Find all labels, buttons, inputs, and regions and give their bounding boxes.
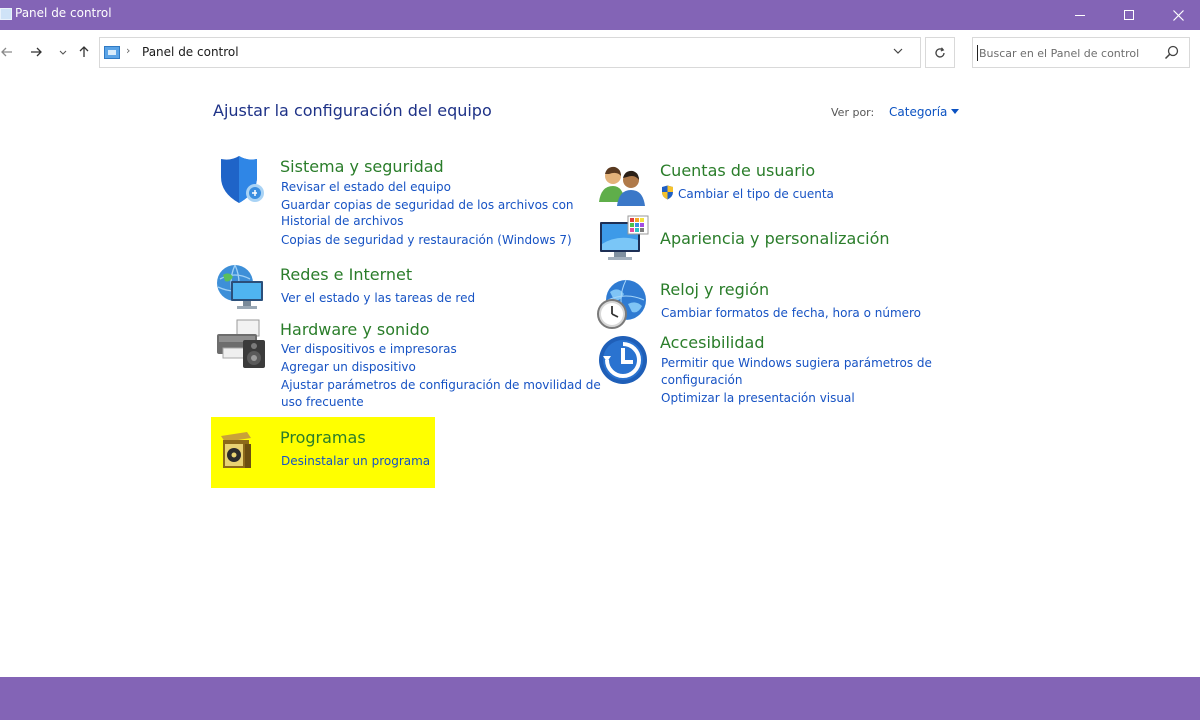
close-icon bbox=[1172, 9, 1184, 21]
category-clock-region[interactable]: Reloj y región bbox=[660, 280, 769, 299]
link-windows-suggest-settings-cont[interactable]: configuración bbox=[661, 372, 743, 389]
category-network-internet[interactable]: Redes e Internet bbox=[280, 265, 412, 284]
arrow-right-icon bbox=[31, 47, 42, 57]
monitor-palette-icon[interactable] bbox=[598, 214, 650, 266]
network-globe-icon[interactable] bbox=[215, 261, 267, 313]
link-mobility-settings[interactable]: Ajustar parámetros de configuración de m… bbox=[281, 377, 601, 394]
category-accessibility[interactable]: Accesibilidad bbox=[660, 333, 765, 352]
window-title: Panel de control bbox=[15, 6, 112, 20]
dropdown-triangle-icon bbox=[951, 109, 960, 114]
breadcrumb-separator-icon: › bbox=[126, 44, 131, 57]
link-optimize-visual[interactable]: Optimizar la presentación visual bbox=[661, 390, 855, 407]
control-panel-location-icon bbox=[104, 46, 120, 59]
category-system-security[interactable]: Sistema y seguridad bbox=[280, 157, 444, 176]
back-button[interactable] bbox=[0, 42, 16, 62]
close-button[interactable] bbox=[1155, 0, 1200, 30]
link-file-history-backup[interactable]: Guardar copias de seguridad de los archi… bbox=[281, 197, 574, 214]
maximize-button[interactable] bbox=[1106, 0, 1152, 30]
link-backup-restore[interactable]: Copias de seguridad y restauración (Wind… bbox=[281, 232, 572, 249]
link-mobility-settings-cont[interactable]: uso frecuente bbox=[281, 394, 364, 411]
category-appearance[interactable]: Apariencia y personalización bbox=[660, 229, 890, 248]
link-review-status[interactable]: Revisar el estado del equipo bbox=[281, 179, 451, 196]
chevron-down-icon bbox=[59, 50, 67, 55]
accessibility-icon[interactable] bbox=[597, 334, 649, 386]
title-bar: Panel de control bbox=[0, 0, 1200, 30]
link-uninstall-program[interactable]: Desinstalar un programa bbox=[281, 453, 430, 470]
control-panel-app-icon bbox=[0, 8, 12, 20]
programs-box-icon[interactable] bbox=[217, 428, 269, 480]
arrow-up-icon bbox=[79, 46, 89, 57]
breadcrumb-control-panel[interactable]: Panel de control bbox=[142, 45, 239, 59]
link-network-status[interactable]: Ver el estado y las tareas de red bbox=[281, 290, 475, 307]
link-date-time-formats[interactable]: Cambiar formatos de fecha, hora o número bbox=[661, 305, 921, 322]
control-panel-window: Panel de control › Panel de control Busc… bbox=[0, 0, 1200, 720]
uac-shield-icon bbox=[662, 185, 673, 200]
minimize-button[interactable] bbox=[1057, 0, 1103, 30]
category-user-accounts[interactable]: Cuentas de usuario bbox=[660, 161, 815, 180]
link-devices-printers[interactable]: Ver dispositivos e impresoras bbox=[281, 341, 457, 358]
refresh-button[interactable] bbox=[925, 37, 955, 68]
address-dropdown-button[interactable] bbox=[893, 44, 903, 57]
link-file-history-backup-cont[interactable]: Historial de archivos bbox=[281, 213, 404, 230]
text-caret bbox=[977, 45, 978, 61]
bottom-bar bbox=[0, 677, 1200, 720]
view-by-dropdown[interactable]: Categoría bbox=[889, 105, 960, 119]
refresh-icon bbox=[935, 46, 945, 58]
category-programs[interactable]: Programas bbox=[280, 428, 366, 447]
users-icon[interactable] bbox=[597, 160, 649, 212]
chevron-down-icon bbox=[893, 48, 903, 54]
search-icon[interactable] bbox=[1163, 44, 1181, 62]
maximize-icon bbox=[1124, 10, 1134, 20]
link-add-device[interactable]: Agregar un dispositivo bbox=[281, 359, 416, 376]
address-bar[interactable]: › Panel de control bbox=[99, 37, 921, 68]
navigation-bar: › Panel de control bbox=[0, 30, 1200, 76]
forward-button[interactable] bbox=[27, 42, 45, 62]
arrow-left-icon bbox=[1, 47, 12, 57]
search-box[interactable] bbox=[972, 37, 1190, 68]
view-by-value: Categoría bbox=[889, 105, 948, 119]
link-change-account-type[interactable]: Cambiar el tipo de cuenta bbox=[678, 186, 834, 203]
search-input[interactable] bbox=[979, 44, 1159, 62]
printer-speaker-icon[interactable] bbox=[215, 318, 267, 370]
up-button[interactable] bbox=[75, 42, 93, 62]
minimize-icon bbox=[1075, 14, 1085, 16]
view-by-label: Ver por: bbox=[831, 106, 875, 119]
clock-globe-icon[interactable] bbox=[596, 278, 648, 330]
category-hardware-sound[interactable]: Hardware y sonido bbox=[280, 320, 430, 339]
shield-icon[interactable] bbox=[215, 155, 267, 207]
link-windows-suggest-settings[interactable]: Permitir que Windows sugiera parámetros … bbox=[661, 355, 932, 372]
page-title: Ajustar la configuración del equipo bbox=[213, 101, 492, 120]
recent-locations-button[interactable] bbox=[54, 42, 72, 62]
